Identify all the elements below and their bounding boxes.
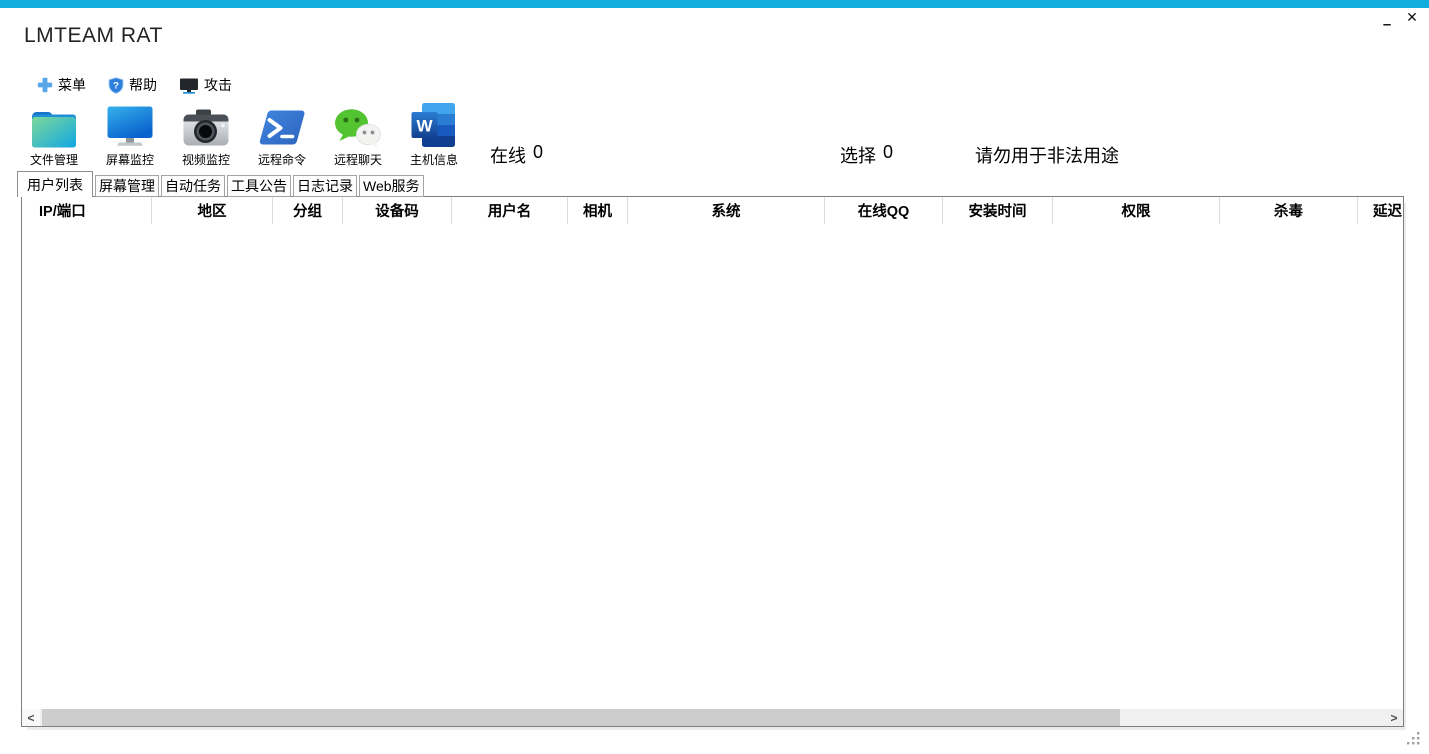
online-count: 0 xyxy=(533,142,543,168)
header-cell-system[interactable]: 系统 xyxy=(628,197,825,224)
toolbar-button-label: 视频监控 xyxy=(182,151,230,168)
menu-item-label: 攻击 xyxy=(204,75,232,95)
online-label: 在线 xyxy=(490,142,526,168)
svg-text:W: W xyxy=(416,117,433,136)
header-cell-camera[interactable]: 相机 xyxy=(568,197,628,224)
tab-auto-task[interactable]: 自动任务 xyxy=(161,175,225,197)
status-warning: 请勿用于非法用途 xyxy=(975,142,1119,168)
app-title: LMTEAM RAT xyxy=(24,24,163,48)
menu-item-label: 帮助 xyxy=(129,75,157,95)
toolbar-button-label: 屏幕监控 xyxy=(106,151,154,168)
wechat-icon xyxy=(334,98,382,148)
header-cell-group[interactable]: 分组 xyxy=(273,197,343,224)
menu-item-menu[interactable]: 菜单 xyxy=(37,75,86,95)
user-table-panel: IP/端口 地区 分组 设备码 用户名 相机 系统 在线QQ 安装时间 权限 杀… xyxy=(21,196,1404,727)
tab-log-record[interactable]: 日志记录 xyxy=(293,175,357,197)
horizontal-scrollbar[interactable]: < > xyxy=(22,709,1403,726)
header-cell-region[interactable]: 地区 xyxy=(152,197,273,224)
toolbar-button-remote-chat[interactable]: 远程聊天 xyxy=(320,98,396,168)
table-header-row: IP/端口 地区 分组 设备码 用户名 相机 系统 在线QQ 安装时间 权限 杀… xyxy=(22,197,1403,225)
resize-grip-icon xyxy=(1407,732,1420,749)
tab-user-list[interactable]: 用户列表 xyxy=(17,171,93,197)
toolbar-button-label: 文件管理 xyxy=(30,151,78,168)
camera-icon xyxy=(183,98,229,148)
header-cell-permission[interactable]: 权限 xyxy=(1053,197,1220,224)
tab-bar: 用户列表 屏幕管理 自动任务 工具公告 日志记录 Web服务 xyxy=(17,171,426,197)
scroll-right-button[interactable]: > xyxy=(1385,709,1403,726)
monitor-icon xyxy=(107,98,153,148)
status-online: 在线 0 xyxy=(490,142,543,168)
menu-item-label: 菜单 xyxy=(58,75,86,95)
svg-text:?: ? xyxy=(113,80,119,91)
tab-tool-announcement[interactable]: 工具公告 xyxy=(227,175,291,197)
selected-count: 0 xyxy=(883,142,893,168)
header-cell-antivirus[interactable]: 杀毒 xyxy=(1220,197,1358,224)
word-icon: W xyxy=(411,98,457,148)
status-selected: 选择 0 xyxy=(840,142,893,168)
chevron-left-icon: < xyxy=(27,711,34,725)
menubar: 菜单 ? 帮助 攻击 xyxy=(37,75,232,95)
selected-label: 选择 xyxy=(840,142,876,168)
attack-monitor-icon xyxy=(179,77,199,94)
tab-web-service[interactable]: Web服务 xyxy=(359,175,424,197)
header-cell-username[interactable]: 用户名 xyxy=(452,197,568,224)
resize-grip[interactable] xyxy=(1407,732,1420,750)
toolbar-button-label: 远程命令 xyxy=(258,151,306,168)
toolbar-button-host-info[interactable]: W 主机信息 xyxy=(396,98,472,168)
warning-text: 请勿用于非法用途 xyxy=(975,142,1119,168)
header-cell-online-qq[interactable]: 在线QQ xyxy=(825,197,943,224)
menu-item-attack[interactable]: 攻击 xyxy=(179,75,232,95)
toolbar: 文件管理 屏幕监控 xyxy=(16,98,472,168)
minimize-button[interactable]: – xyxy=(1375,7,1399,34)
toolbar-button-remote-command[interactable]: 远程命令 xyxy=(244,98,320,168)
scroll-left-button[interactable]: < xyxy=(22,709,40,726)
plus-icon xyxy=(37,77,53,93)
menu-item-help[interactable]: ? 帮助 xyxy=(108,75,157,95)
header-cell-delay[interactable]: 延迟 xyxy=(1358,197,1403,224)
user-list-body xyxy=(22,224,1403,709)
powershell-icon xyxy=(259,98,305,148)
header-cell-install-time[interactable]: 安装时间 xyxy=(943,197,1053,224)
toolbar-button-label: 远程聊天 xyxy=(334,151,382,168)
header-cell-ip-port[interactable]: IP/端口 xyxy=(22,197,152,224)
close-button[interactable]: ✕ xyxy=(1400,7,1424,27)
accent-bar xyxy=(0,0,1429,8)
shield-question-icon: ? xyxy=(108,77,124,94)
toolbar-button-label: 主机信息 xyxy=(410,151,458,168)
toolbar-button-file-manager[interactable]: 文件管理 xyxy=(16,98,92,168)
chevron-right-icon: > xyxy=(1390,711,1397,725)
header-cell-device-code[interactable]: 设备码 xyxy=(343,197,452,224)
app-window: – ✕ LMTEAM RAT 菜单 ? 帮助 xyxy=(0,0,1429,754)
tab-screen-management[interactable]: 屏幕管理 xyxy=(95,175,159,197)
folder-icon xyxy=(31,98,77,148)
toolbar-button-screen-monitor[interactable]: 屏幕监控 xyxy=(92,98,168,168)
scrollbar-thumb[interactable] xyxy=(42,709,1120,726)
toolbar-button-video-monitor[interactable]: 视频监控 xyxy=(168,98,244,168)
